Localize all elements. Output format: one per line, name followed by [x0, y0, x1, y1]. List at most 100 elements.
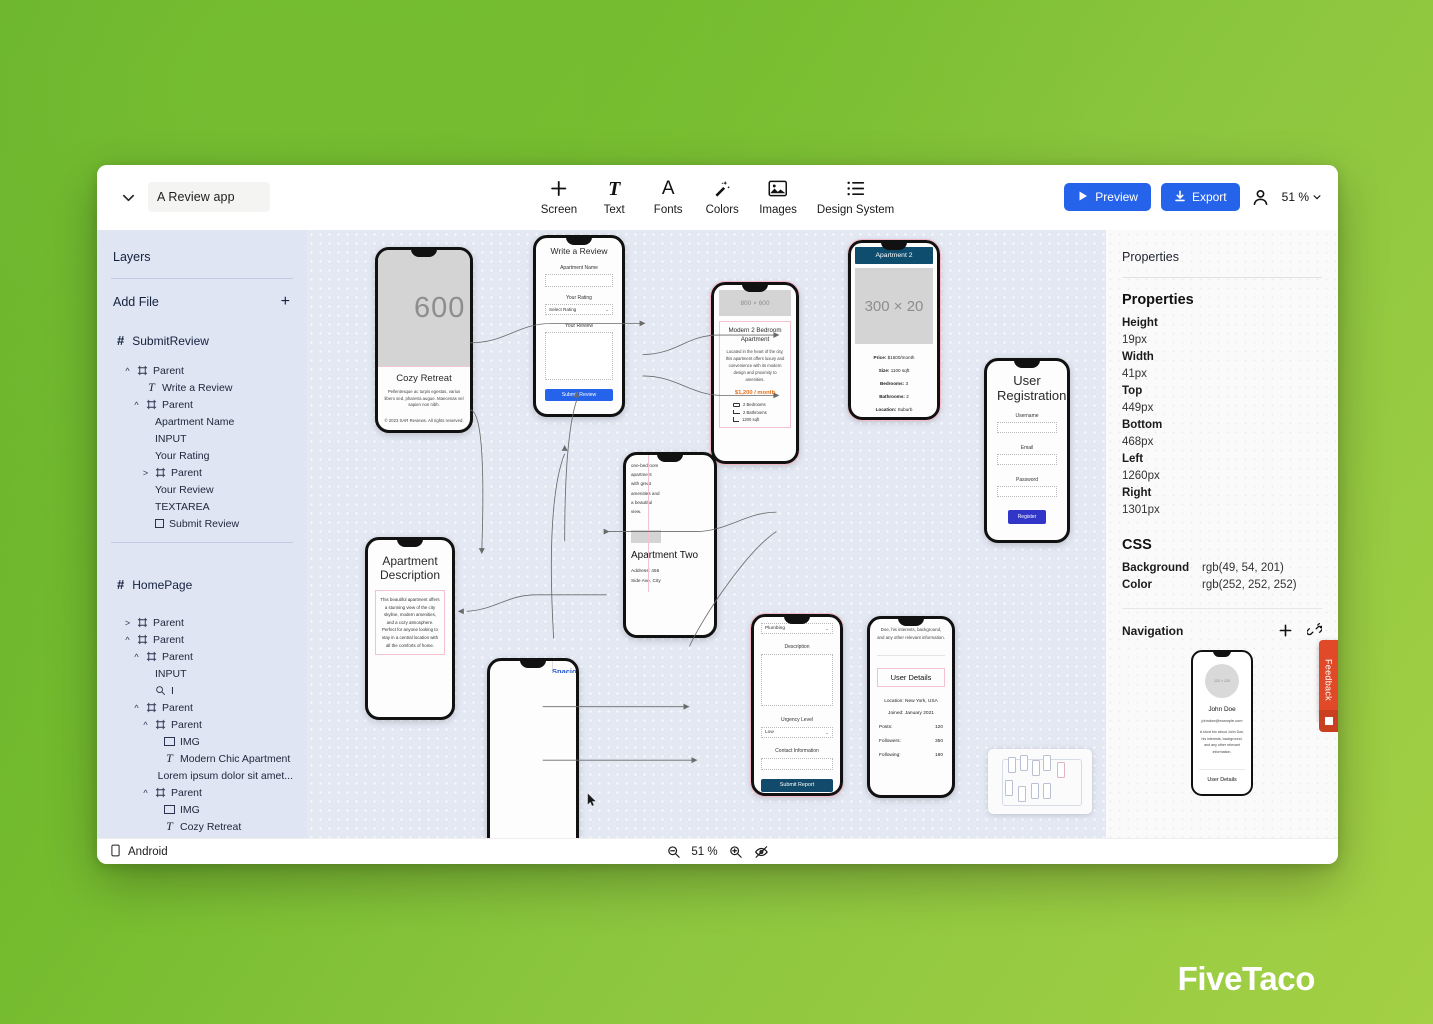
screen-apartment-description[interactable]: Apartment Description This beautiful apa… [365, 537, 455, 720]
caret-icon[interactable]: > [123, 618, 132, 628]
category-select-value: Plumbing [765, 626, 785, 631]
zoom-in-icon[interactable] [729, 845, 743, 859]
screen-modern-2-bedroom[interactable]: 800 × 600 Modern 2 Bedroom Apartment Loc… [710, 281, 800, 465]
export-label: Export [1191, 190, 1227, 204]
add-file-button[interactable]: Add File + [111, 279, 293, 323]
submit-review-button[interactable]: Submit Review [545, 389, 613, 401]
image-icon [164, 805, 175, 814]
layer-item[interactable]: Your Rating [111, 447, 293, 464]
eye-off-icon[interactable] [754, 845, 769, 859]
layer-item[interactable]: > Parent [111, 464, 293, 481]
property-key: Right [1122, 487, 1152, 499]
layer-item[interactable]: Apartment Name [111, 413, 293, 430]
description-textarea[interactable] [761, 654, 833, 706]
layer-item[interactable]: Submit Review [111, 515, 293, 532]
design-canvas[interactable]: 600 Cozy Retreat Pellentesque ac turpis … [307, 230, 1106, 838]
layer-group-homepage[interactable]: # HomePage [111, 567, 293, 600]
screen-user-details[interactable]: Doe, his interests, background, and any … [867, 616, 955, 798]
layer-item[interactable]: Your Review [111, 481, 293, 498]
rating-select[interactable]: Select Rating ⌄ [545, 304, 613, 315]
password-input[interactable] [997, 486, 1057, 497]
detail-value: 180 [934, 753, 943, 758]
caret-icon[interactable]: ^ [123, 366, 132, 376]
layer-item[interactable]: ^ Parent [111, 648, 293, 665]
layer-item[interactable]: > Parent [111, 614, 293, 631]
review-textarea[interactable] [545, 332, 613, 380]
feedback-tab[interactable]: Feedback [1319, 640, 1338, 720]
layer-item[interactable]: T Write a Review [111, 379, 293, 396]
tool-images[interactable]: Images [759, 179, 797, 216]
unlink-icon[interactable] [1307, 623, 1322, 638]
tool-fonts[interactable]: A Fonts [651, 179, 685, 216]
screen-search-listing[interactable]: Spacious two bedroom apartment $1,200 Lo… [487, 658, 579, 838]
canvas-minimap[interactable] [988, 749, 1092, 814]
screen-apartment-two[interactable]: one-bedroom apartment with great ameniti… [623, 452, 717, 638]
caret-icon[interactable]: ^ [141, 720, 150, 730]
css-row: Background rgb(49, 54, 201) [1122, 560, 1322, 577]
project-name-field[interactable]: A Review app [148, 182, 270, 212]
username-input[interactable] [997, 422, 1057, 433]
layer-item[interactable]: Lorem ipsum dolor sit amet... [111, 767, 293, 784]
export-button[interactable]: Export [1160, 183, 1240, 211]
layer-item[interactable]: IMG [111, 733, 293, 750]
layer-item[interactable]: I [111, 682, 293, 699]
urgency-select[interactable]: Low ⌄ [761, 727, 833, 738]
category-select[interactable]: Plumbing ⌄ [761, 623, 833, 634]
urgency-select-value: Low [765, 730, 774, 735]
layer-item[interactable]: ^ Parent [111, 631, 293, 648]
contact-input[interactable] [761, 758, 833, 770]
submit-report-button[interactable]: Submit Report [761, 779, 833, 792]
screen-title: User Registration [997, 373, 1067, 403]
screen-cozy-retreat[interactable]: 600 Cozy Retreat Pellentesque ac turpis … [375, 247, 473, 433]
zoom-out-icon[interactable] [666, 845, 680, 859]
caret-icon[interactable]: ^ [132, 703, 141, 713]
layer-list-submitreview: ^ Parent T Write a Review ^ Parent Apartment… [111, 362, 293, 532]
chevron-down-icon: ⌄ [825, 625, 829, 631]
layer-item[interactable]: T Modern Chic Apartment [111, 750, 293, 767]
feature-label: 1200 sqft [742, 417, 760, 422]
chevron-down-icon[interactable] [115, 184, 141, 210]
layer-item[interactable]: ^ Parent [111, 396, 293, 413]
caret-icon[interactable]: ^ [132, 652, 141, 662]
spec-value: $1500/month [887, 355, 915, 360]
spec-value: 3 [905, 381, 909, 386]
caret-icon[interactable]: ^ [141, 788, 150, 798]
status-zoom-level[interactable]: 51 % [691, 846, 717, 858]
screen-user-registration[interactable]: User Registration Username Email Passwor… [984, 358, 1070, 543]
layer-item[interactable]: ^ Parent [111, 362, 293, 379]
tool-colors[interactable]: Colors [705, 179, 739, 216]
caret-icon[interactable]: ^ [132, 400, 141, 410]
layer-item-label: I [171, 684, 174, 697]
register-button[interactable]: Register [1007, 510, 1047, 524]
zoom-level-selector[interactable]: 51 % [1282, 190, 1322, 204]
screen-apartment-2[interactable]: Apartment 2 300 × 20 Price: $1500/month … [847, 239, 941, 421]
tool-text[interactable]: T Text [597, 179, 631, 216]
preview-button[interactable]: Preview [1064, 183, 1151, 211]
layer-item-label: Parent [171, 466, 202, 479]
phone-notch [742, 285, 768, 292]
layer-group-submitreview[interactable]: # SubmitReview [111, 323, 293, 356]
plus-icon: + [280, 293, 290, 310]
navigation-preview-screen[interactable]: 120 × 120 John Doe johndoe@example.com A… [1191, 650, 1253, 796]
screen-maintenance-report[interactable]: Plumbing ⌄ Description Urgency Level Low… [750, 613, 844, 797]
layer-item[interactable]: INPUT [111, 665, 293, 682]
plus-icon[interactable] [1278, 623, 1293, 638]
layer-item[interactable]: IMG [111, 801, 293, 818]
layer-item[interactable]: INPUT [111, 430, 293, 447]
layer-item[interactable]: ^ Parent [111, 784, 293, 801]
email-input[interactable] [997, 454, 1057, 465]
screen-write-a-review[interactable]: Write a Review Apartment Name Your Ratin… [533, 235, 625, 417]
tool-design-system[interactable]: Design System [817, 179, 894, 216]
layer-item[interactable]: TEXTAREA [111, 498, 293, 515]
caret-icon[interactable]: ^ [123, 635, 132, 645]
layer-item-label: INPUT [155, 667, 187, 680]
feedback-badge[interactable] [1319, 710, 1338, 732]
layer-item[interactable]: T Cozy Retreat [111, 818, 293, 835]
image-placeholder: 600 [378, 250, 470, 366]
account-icon[interactable] [1250, 186, 1272, 208]
caret-icon[interactable]: > [141, 468, 150, 478]
tool-screen[interactable]: Screen [541, 179, 577, 216]
apartment-name-input[interactable] [545, 274, 613, 287]
layer-item[interactable]: ^ Parent [111, 699, 293, 716]
layer-item[interactable]: ^ Parent [111, 716, 293, 733]
